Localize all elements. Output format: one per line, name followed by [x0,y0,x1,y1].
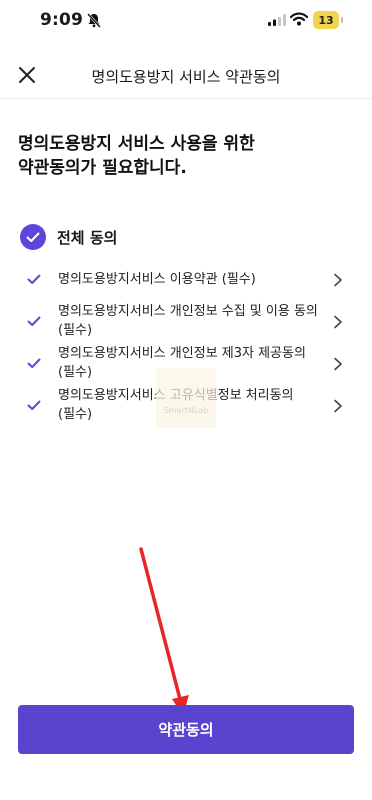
headline-line-1: 명의도용방지 서비스 사용을 위한 [18,134,255,154]
agree-all-checkbox[interactable]: 전체 동의 [20,222,117,252]
term-item-privacy-collection[interactable]: 명의도용방지서비스 개인정보 수집 및 이용 동의 (필수) [0,302,372,342]
page-title: 명의도용방지 서비스 약관동의 [91,68,281,86]
watermark: SmartNLab [156,368,216,428]
battery-indicator: 13 [313,11,339,29]
check-circle-icon [20,224,46,250]
term-label: 명의도용방지서비스 이용약관 (필수) [58,272,256,287]
headline: 명의도용방지 서비스 사용을 위한 약관동의가 필요합니다. [18,132,348,180]
term-label: 명의도용방지서비스 개인정보 수집 및 이용 동의 (필수) [58,304,318,338]
watermark-text: SmartNLab [163,406,209,415]
status-time: 9:09 [40,10,84,30]
chevron-right-icon [334,357,342,371]
nav-header: 명의도용방지 서비스 약관동의 [0,52,372,99]
cellular-signal-icon [268,14,286,26]
status-bar: 9:09 13 [0,0,372,44]
term-item-terms-of-use[interactable]: 명의도용방지서비스 이용약관 (필수) [0,266,372,294]
battery-level: 13 [318,13,334,27]
chevron-right-icon [334,273,342,287]
headline-line-2: 약관동의가 필요합니다. [18,158,187,178]
check-icon [27,400,41,410]
check-icon [27,316,41,326]
chevron-right-icon [334,399,342,413]
bell-off-icon [87,13,101,28]
chevron-right-icon [334,315,342,329]
check-icon [27,274,41,284]
battery-cap [341,17,343,23]
agree-terms-button-label: 약관동의 [158,721,214,739]
check-icon [27,358,41,368]
agree-all-label: 전체 동의 [57,228,118,247]
wifi-icon [290,12,308,26]
agree-terms-button[interactable]: 약관동의 [18,705,354,754]
